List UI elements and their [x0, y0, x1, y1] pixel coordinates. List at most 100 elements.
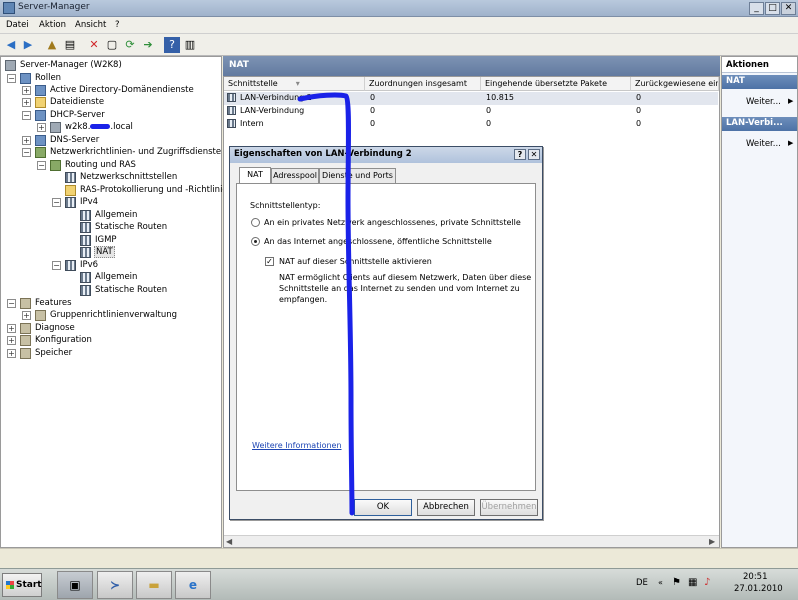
tree-storage[interactable]: Speicher	[35, 348, 72, 358]
tree-ad[interactable]: Active Directory-Domänendienste	[50, 85, 194, 95]
help-icon[interactable]: ?	[164, 37, 180, 53]
checkbox-enable-nat-label[interactable]: NAT auf dieser Schnittstelle aktivieren	[279, 257, 432, 266]
export-icon[interactable]: ➔	[140, 37, 156, 53]
table-cell[interactable]: Intern	[240, 119, 264, 128]
more-actions-nat[interactable]: Weiter...	[746, 97, 781, 107]
back-icon[interactable]: ◀	[3, 37, 19, 53]
tree-nics[interactable]: Netzwerkschnittstellen	[80, 172, 177, 182]
maximize-button[interactable]: □	[765, 2, 780, 15]
tree-igmp[interactable]: IGMP	[95, 235, 117, 245]
clock-date[interactable]: 27.01.2010	[734, 584, 783, 594]
refresh-icon[interactable]: ⟳	[122, 37, 138, 53]
collapse-icon[interactable]: −	[7, 74, 16, 83]
menu-datei[interactable]: Datei	[6, 20, 29, 30]
cancel-button[interactable]: Abbrechen	[417, 499, 475, 516]
menu-ansicht[interactable]: Ansicht	[75, 20, 106, 30]
flag-icon[interactable]: ⚑	[672, 577, 681, 588]
show-tree-icon[interactable]: ▤	[62, 37, 78, 53]
tab-nat[interactable]: NAT	[239, 167, 271, 183]
expand-icon[interactable]: +	[22, 311, 31, 320]
up-folder-icon[interactable]: ▲	[44, 37, 60, 53]
tree-rras[interactable]: Routing und RAS	[65, 160, 136, 170]
column-header-mappings[interactable]: Zuordnungen insgesamt	[365, 77, 481, 91]
tree-features[interactable]: Features	[35, 298, 72, 308]
volume-muted-icon[interactable]: ♪	[704, 577, 710, 588]
tree-static4[interactable]: Statische Routen	[95, 222, 167, 232]
actions-section-lan[interactable]: LAN-Verbi...	[722, 117, 797, 131]
expand-icon[interactable]: +	[22, 98, 31, 107]
powershell-icon[interactable]: ≻	[97, 571, 133, 599]
close-button[interactable]: ✕	[781, 2, 796, 15]
horizontal-scrollbar[interactable]: ◀ ▶	[224, 535, 719, 547]
language-indicator[interactable]: DE	[636, 578, 648, 588]
menu-aktion[interactable]: Aktion	[39, 20, 66, 30]
clock-time[interactable]: 20:51	[743, 572, 768, 582]
collapse-icon[interactable]: −	[7, 299, 16, 308]
tree-nat[interactable]: NAT	[94, 246, 115, 258]
scroll-left-icon[interactable]: ◀	[226, 537, 232, 546]
tree-dns[interactable]: DNS-Server	[50, 135, 99, 145]
expand-icon[interactable]: +	[22, 86, 31, 95]
network-icon[interactable]: ▦	[688, 577, 697, 588]
more-actions-lan[interactable]: Weiter...	[746, 139, 781, 149]
forward-icon[interactable]: ▶	[20, 37, 36, 53]
collapse-icon[interactable]: −	[52, 198, 61, 207]
expand-icon[interactable]: +	[7, 349, 16, 358]
tree-files[interactable]: Dateidienste	[50, 97, 104, 107]
radio-private[interactable]	[251, 218, 260, 227]
collapse-icon[interactable]: −	[52, 261, 61, 270]
expand-icon[interactable]: +	[7, 336, 16, 345]
tree-static6[interactable]: Statische Routen	[95, 285, 167, 295]
dialog-close-button[interactable]: ✕	[528, 149, 540, 160]
tree-ipv6[interactable]: IPv6	[80, 260, 98, 270]
radio-public[interactable]	[251, 237, 260, 246]
column-header-inbound[interactable]: Eingehende übersetzte Pakete	[481, 77, 631, 91]
more-info-link[interactable]: Weitere Informationen	[252, 441, 342, 450]
radio-public-label[interactable]: An das Internet angeschlossene, öffentli…	[264, 237, 492, 246]
tree-ipv4[interactable]: IPv4	[80, 197, 98, 207]
tree-npas[interactable]: Netzwerkrichtlinien- und Zugriffsdienste	[50, 147, 221, 157]
properties-icon[interactable]: ▢	[104, 37, 120, 53]
collapse-icon[interactable]: −	[22, 111, 31, 120]
tree-config[interactable]: Konfiguration	[35, 335, 92, 345]
dialog-titlebar[interactable]: Eigenschaften von LAN-Verbindung 2 ? ✕	[230, 147, 542, 163]
tree-general4[interactable]: Allgemein	[95, 210, 137, 220]
tree-raslog[interactable]: RAS-Protokollierung und -Richtlinien	[80, 185, 233, 195]
expand-icon[interactable]: +	[22, 136, 31, 145]
console-tree[interactable]: Server-Manager (W2K8) − Rollen + Active …	[0, 56, 233, 548]
column-header-rejected[interactable]: Zurückgewiesene ein	[631, 77, 719, 91]
tree-gpm[interactable]: Gruppenrichtlinienverwaltung	[50, 310, 177, 320]
window-titlebar[interactable]: Server-Manager _ □ ✕	[0, 0, 798, 17]
menu-help[interactable]: ?	[115, 20, 120, 30]
actions-title: Aktionen	[722, 57, 797, 73]
ok-button[interactable]: OK	[354, 499, 412, 516]
show-action-pane-icon[interactable]: ▥	[182, 37, 198, 53]
start-button[interactable]: Start	[2, 573, 42, 597]
table-cell[interactable]: LAN-Verbindung	[240, 106, 304, 115]
tree-root[interactable]: Server-Manager (W2K8)	[20, 60, 122, 70]
tab-services-ports[interactable]: Dienste und Ports	[319, 168, 396, 183]
tree-general6[interactable]: Allgemein	[95, 272, 137, 282]
expand-icon[interactable]: +	[7, 324, 16, 333]
minimize-button[interactable]: _	[749, 2, 764, 15]
tree-dhcp-host[interactable]: w2k8. .local	[65, 122, 133, 132]
table-cell[interactable]: LAN-Verbindung 2	[240, 93, 312, 102]
expand-icon[interactable]: +	[37, 123, 46, 132]
collapse-icon[interactable]: −	[22, 148, 31, 157]
tree-diag[interactable]: Diagnose	[35, 323, 75, 333]
scroll-right-icon[interactable]: ▶	[709, 537, 715, 546]
checkbox-enable-nat[interactable]: ✓	[265, 257, 274, 266]
explorer-icon[interactable]: ▬	[136, 571, 172, 599]
delete-icon[interactable]: ✕	[86, 37, 102, 53]
actions-section-nat[interactable]: NAT	[722, 75, 797, 89]
tab-address-pool[interactable]: Adresspool	[271, 168, 319, 183]
radio-private-label[interactable]: An ein privates Netzwerk angeschlossenes…	[264, 218, 521, 227]
show-hidden-icons-icon[interactable]: «	[658, 578, 663, 587]
dialog-help-button[interactable]: ?	[514, 149, 526, 160]
tree-dhcp[interactable]: DHCP-Server	[50, 110, 105, 120]
column-header-interface[interactable]: Schnittstelle ▾	[224, 77, 365, 91]
internet-explorer-icon[interactable]: e	[175, 571, 211, 599]
server-manager-taskbar-icon[interactable]: ▣	[57, 571, 93, 599]
collapse-icon[interactable]: −	[37, 161, 46, 170]
tree-roles[interactable]: Rollen	[35, 73, 61, 83]
